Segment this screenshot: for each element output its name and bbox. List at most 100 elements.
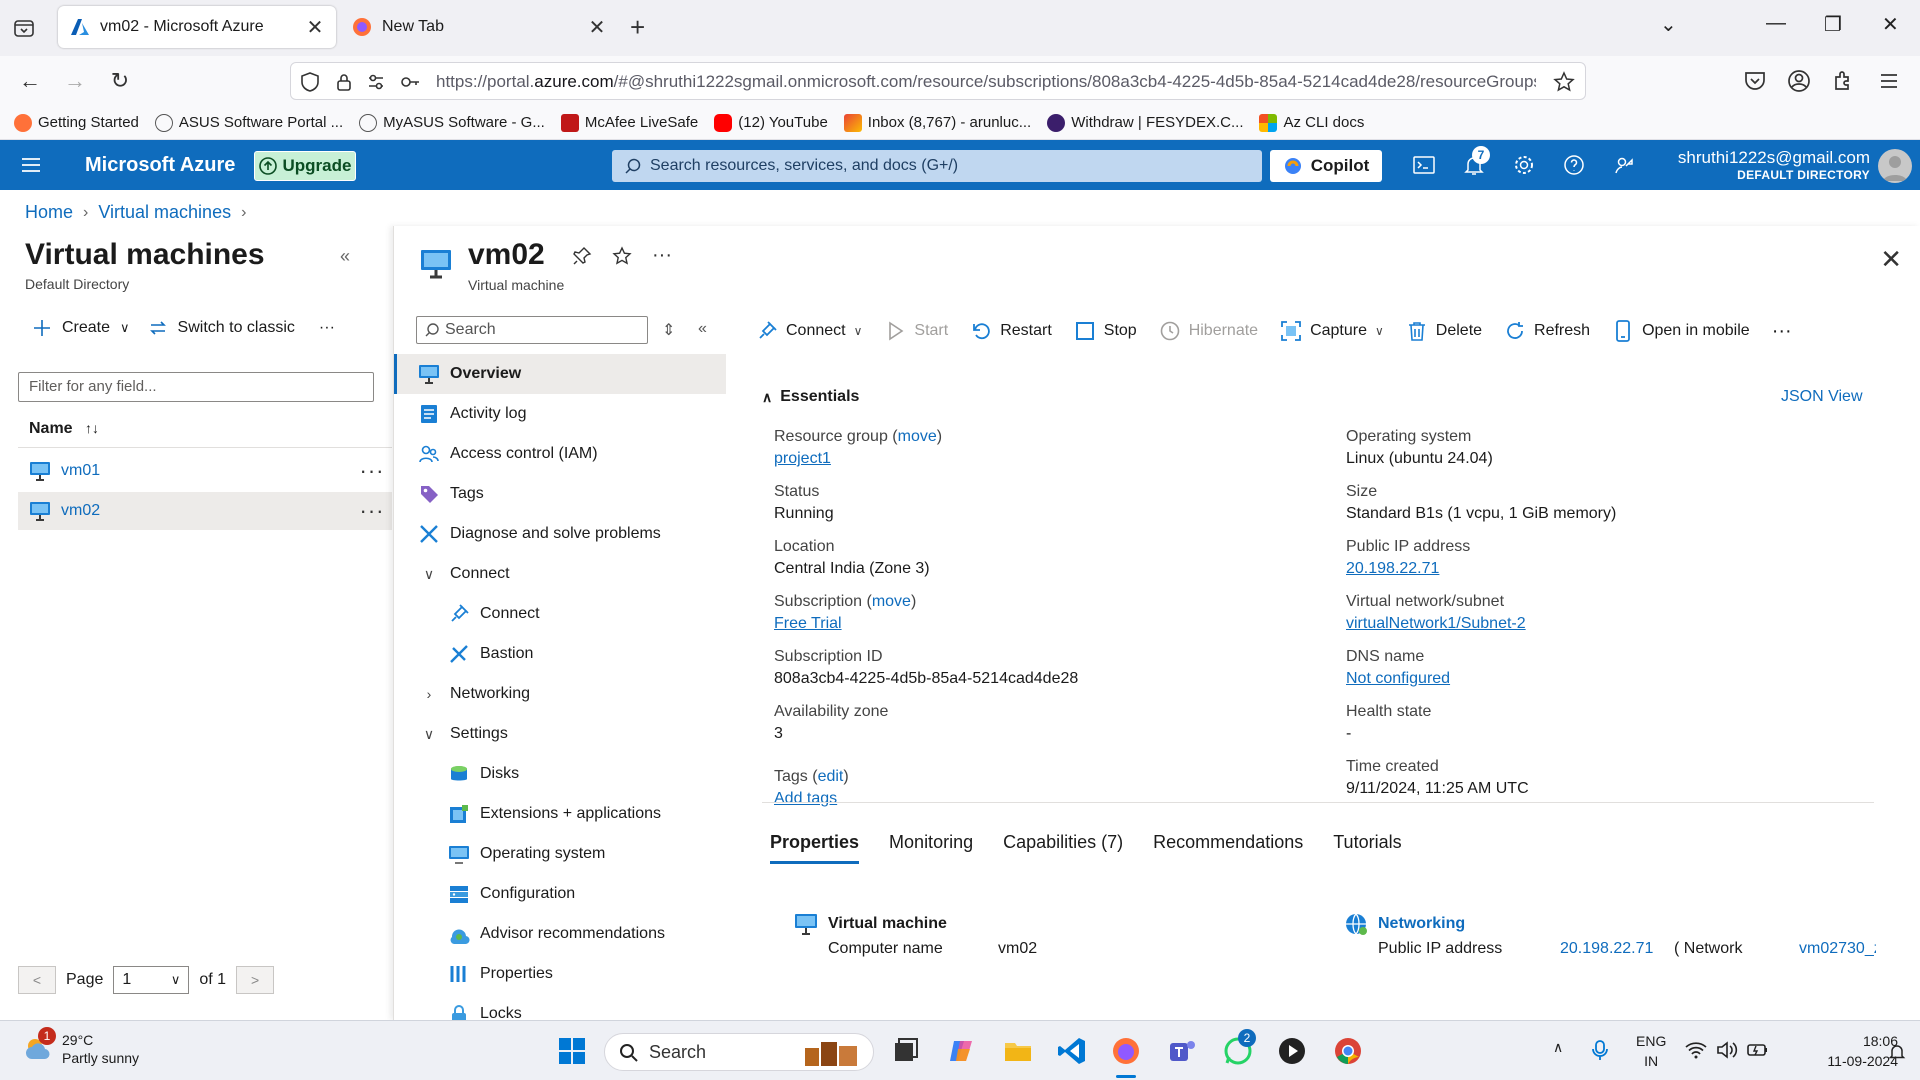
media-player-icon[interactable] [1276, 1035, 1308, 1067]
pin-icon[interactable] [572, 246, 592, 266]
switch-to-classic-button[interactable]: Switch to classic [178, 319, 295, 337]
capture-button[interactable]: Capture ∨ [1280, 320, 1384, 342]
tab-new-tab[interactable]: New Tab ✕ [340, 6, 618, 48]
resource-menu-search[interactable]: Search [416, 316, 648, 344]
close-tab-icon[interactable]: ✕ [306, 15, 324, 40]
table-row[interactable]: vm02 ··· [18, 492, 392, 530]
tab-overflow-chevron-icon[interactable]: ⌄ [1660, 12, 1677, 37]
section-title-link[interactable]: Networking [1378, 915, 1465, 933]
menu-item-activity-log[interactable]: Activity log [394, 394, 726, 434]
upgrade-button[interactable]: Upgrade [254, 151, 356, 181]
volume-icon[interactable] [1716, 1041, 1738, 1059]
collapse-menu-icon[interactable]: « [698, 320, 707, 338]
public-ip-link[interactable]: 20.198.22.71 [1346, 560, 1439, 577]
table-row[interactable]: vm01 ··· [18, 452, 392, 490]
delete-button[interactable]: Delete [1406, 320, 1482, 342]
breadcrumb-virtual-machines[interactable]: Virtual machines [98, 202, 231, 223]
notification-center-icon[interactable] [1888, 1043, 1906, 1061]
tab-properties[interactable]: Properties [770, 832, 860, 864]
bookmark-az-cli-docs[interactable]: Az CLI docs [1259, 113, 1364, 132]
menu-hamburger-icon[interactable] [1876, 68, 1902, 94]
move-resource-group-link[interactable]: move [898, 428, 937, 445]
windows-start-icon[interactable] [556, 1035, 588, 1067]
lock-icon[interactable] [333, 71, 355, 93]
copilot-button[interactable]: Copilot [1270, 150, 1382, 182]
pocket-icon[interactable] [1742, 68, 1768, 94]
next-page-button[interactable]: > [236, 966, 275, 994]
help-icon[interactable] [1562, 153, 1586, 177]
file-explorer-icon[interactable] [1002, 1035, 1034, 1067]
previous-page-button[interactable]: < [18, 966, 56, 994]
menu-item-configuration[interactable]: Configuration [394, 874, 726, 914]
tab-capabilities[interactable]: Capabilities (7) [1003, 832, 1123, 864]
feedback-icon[interactable] [1612, 153, 1636, 177]
cloud-shell-icon[interactable] [1412, 153, 1436, 177]
forward-button[interactable]: → [62, 68, 88, 94]
firefox-taskbar-icon[interactable] [1110, 1035, 1142, 1067]
tab-monitoring[interactable]: Monitoring [889, 832, 973, 864]
portal-menu-icon[interactable] [20, 154, 42, 176]
more-options-icon[interactable]: ··· [319, 319, 335, 337]
menu-item-locks[interactable]: Locks [394, 994, 726, 1020]
bookmark-mcafee[interactable]: McAfee LiveSafe [560, 113, 698, 132]
new-tab-button[interactable]: + [630, 14, 645, 40]
move-subscription-link[interactable]: move [872, 593, 911, 610]
menu-item-overview[interactable]: Overview [394, 354, 726, 394]
input-language[interactable]: ENG IN [1636, 1031, 1666, 1071]
bookmark-asus-portal[interactable]: ASUS Software Portal ... [154, 113, 343, 132]
url-text[interactable]: https://portal.azure.com/#@shruthi1222sg… [436, 72, 1536, 92]
reload-button[interactable]: ↻ [107, 68, 133, 94]
expand-collapse-icon[interactable]: ⇕ [662, 320, 675, 340]
battery-icon[interactable] [1746, 1041, 1770, 1059]
account-info[interactable]: shruthi1222s@gmail.com DEFAULT DIRECTORY [1678, 148, 1870, 182]
hibernate-button[interactable]: Hibernate [1159, 320, 1258, 342]
stop-button[interactable]: Stop [1074, 320, 1137, 342]
favorite-star-icon[interactable] [612, 246, 632, 266]
dns-link[interactable]: Not configured [1346, 670, 1450, 687]
collapse-pane-icon[interactable]: « [340, 246, 350, 267]
tab-list-icon[interactable] [12, 16, 36, 40]
more-commands-icon[interactable]: ··· [1772, 320, 1792, 343]
menu-item-advisor[interactable]: Advisor recommendations [394, 914, 726, 954]
avatar[interactable] [1878, 149, 1912, 183]
tab-tutorials[interactable]: Tutorials [1333, 832, 1401, 864]
more-options-icon[interactable]: ··· [652, 244, 672, 267]
gear-icon[interactable] [1512, 153, 1536, 177]
menu-item-bastion[interactable]: Bastion [394, 634, 726, 674]
show-hidden-icons-chevron[interactable]: ∧ [1553, 1039, 1563, 1056]
menu-item-access-control[interactable]: Access control (IAM) [394, 434, 726, 474]
restore-button[interactable]: ❐ [1824, 12, 1842, 37]
breadcrumb-home[interactable]: Home [25, 202, 73, 223]
account-icon[interactable] [1786, 68, 1812, 94]
shield-icon[interactable] [299, 71, 321, 93]
start-button[interactable]: Start [884, 320, 948, 342]
menu-item-operating-system[interactable]: Operating system [394, 834, 726, 874]
menu-group-networking[interactable]: › Networking [394, 674, 726, 714]
menu-item-connect[interactable]: Connect [394, 594, 726, 634]
minimize-button[interactable]: — [1766, 12, 1786, 35]
vnet-link[interactable]: virtualNetwork1/Subnet-2 [1346, 615, 1526, 632]
permissions-icon[interactable] [365, 71, 387, 93]
public-ip-link[interactable]: 20.198.22.71 [1560, 940, 1653, 958]
vscode-icon[interactable] [1056, 1035, 1088, 1067]
create-button[interactable]: Create [62, 319, 110, 337]
chrome-icon[interactable] [1332, 1035, 1364, 1067]
menu-item-properties[interactable]: Properties [394, 954, 726, 994]
wifi-icon[interactable] [1685, 1041, 1707, 1059]
chevron-down-icon[interactable]: ∨ [120, 320, 130, 336]
close-tab-icon[interactable]: ✕ [588, 15, 606, 40]
close-blade-icon[interactable]: ✕ [1880, 244, 1902, 275]
connect-button[interactable]: Connect ∨ [756, 320, 862, 342]
azure-brand[interactable]: Microsoft Azure [85, 154, 235, 177]
menu-item-tags[interactable]: Tags [394, 474, 726, 514]
name-column-header[interactable]: Name ↑↓ [18, 412, 392, 448]
add-tags-link[interactable]: Add tags [774, 790, 837, 807]
menu-group-connect[interactable]: ∨ Connect [394, 554, 726, 594]
json-view-link[interactable]: JSON View [1781, 388, 1863, 406]
copilot-app-icon[interactable] [946, 1035, 978, 1067]
essentials-toggle[interactable]: ∧ Essentials [762, 388, 859, 406]
microphone-icon[interactable] [1590, 1039, 1610, 1061]
back-button[interactable]: ← [17, 68, 43, 94]
menu-item-extensions[interactable]: Extensions + applications [394, 794, 726, 834]
row-more-icon[interactable]: ··· [352, 498, 392, 524]
